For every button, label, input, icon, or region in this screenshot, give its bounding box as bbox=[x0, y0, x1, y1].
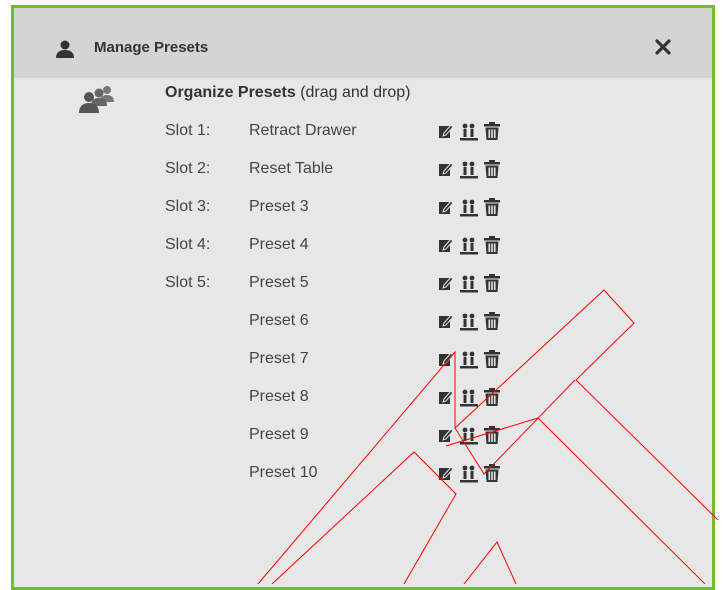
preset-name: Reset Table bbox=[249, 160, 334, 177]
move-icon[interactable] bbox=[460, 123, 478, 141]
move-icon[interactable] bbox=[460, 389, 478, 407]
trash-icon[interactable] bbox=[483, 388, 501, 406]
move-icon[interactable] bbox=[460, 313, 478, 331]
edit-icon[interactable] bbox=[439, 352, 453, 366]
preset-name: Preset 4 bbox=[249, 236, 309, 253]
preset-row[interactable]: Slot 4: Preset 4 bbox=[165, 230, 545, 268]
move-icon[interactable] bbox=[460, 275, 478, 293]
dialog-title: Manage Presets bbox=[94, 39, 209, 56]
slot-label: Slot 5: bbox=[165, 274, 211, 291]
manage-presets-dialog: Manage Presets Organize Presets (drag an… bbox=[11, 5, 715, 590]
preset-name: Preset 8 bbox=[249, 388, 309, 405]
edit-icon[interactable] bbox=[439, 200, 453, 214]
edit-icon[interactable] bbox=[439, 314, 453, 328]
organize-presets-title: Organize Presets (drag and drop) bbox=[165, 84, 410, 102]
edit-icon[interactable] bbox=[439, 124, 453, 138]
preset-row[interactable]: Preset 7 bbox=[165, 344, 545, 382]
trash-icon[interactable] bbox=[483, 160, 501, 178]
close-icon[interactable] bbox=[654, 38, 672, 56]
slot-label: Slot 1: bbox=[165, 122, 211, 139]
trash-icon[interactable] bbox=[483, 312, 501, 330]
preset-name: Preset 7 bbox=[249, 350, 309, 367]
edit-icon[interactable] bbox=[439, 466, 453, 480]
move-icon[interactable] bbox=[460, 465, 478, 483]
trash-icon[interactable] bbox=[483, 464, 501, 482]
edit-icon[interactable] bbox=[439, 162, 453, 176]
preset-row[interactable]: Slot 2: Reset Table bbox=[165, 154, 545, 192]
edit-icon[interactable] bbox=[439, 276, 453, 290]
move-icon[interactable] bbox=[460, 427, 478, 445]
preset-row[interactable]: Preset 8 bbox=[165, 382, 545, 420]
preset-row[interactable]: Preset 9 bbox=[165, 420, 545, 458]
trash-icon[interactable] bbox=[483, 122, 501, 140]
preset-name: Preset 9 bbox=[249, 426, 309, 443]
edit-icon[interactable] bbox=[439, 428, 453, 442]
preset-row[interactable]: Slot 5: Preset 5 bbox=[165, 268, 545, 306]
trash-icon[interactable] bbox=[483, 198, 501, 216]
trash-icon[interactable] bbox=[483, 350, 501, 368]
trash-icon[interactable] bbox=[483, 426, 501, 444]
trash-icon[interactable] bbox=[483, 236, 501, 254]
trash-icon[interactable] bbox=[483, 274, 501, 292]
preset-row[interactable]: Slot 1: Retract Drawer bbox=[165, 116, 545, 154]
preset-row[interactable]: Preset 10 bbox=[165, 458, 545, 496]
dialog-header: Manage Presets bbox=[14, 8, 712, 78]
slot-label: Slot 3: bbox=[165, 198, 211, 215]
user-icon bbox=[56, 40, 74, 58]
organize-presets-label: Organize Presets bbox=[165, 84, 296, 101]
drag-drop-hint: (drag and drop) bbox=[300, 84, 411, 101]
move-icon[interactable] bbox=[460, 351, 478, 369]
slot-label: Slot 2: bbox=[165, 160, 211, 177]
preset-name: Preset 6 bbox=[249, 312, 309, 329]
preset-name: Preset 5 bbox=[249, 274, 309, 291]
users-icon bbox=[79, 86, 114, 113]
move-icon[interactable] bbox=[460, 161, 478, 179]
preset-row[interactable]: Preset 6 bbox=[165, 306, 545, 344]
preset-name: Preset 3 bbox=[249, 198, 309, 215]
move-icon[interactable] bbox=[460, 199, 478, 217]
edit-icon[interactable] bbox=[439, 238, 453, 252]
preset-row[interactable]: Slot 3: Preset 3 bbox=[165, 192, 545, 230]
move-icon[interactable] bbox=[460, 237, 478, 255]
edit-icon[interactable] bbox=[439, 390, 453, 404]
slot-label: Slot 4: bbox=[165, 236, 211, 253]
preset-list: Slot 1: Retract Drawer Slot 2: Reset Table S… bbox=[165, 116, 545, 496]
preset-name: Preset 10 bbox=[249, 464, 318, 481]
preset-name: Retract Drawer bbox=[249, 122, 357, 139]
